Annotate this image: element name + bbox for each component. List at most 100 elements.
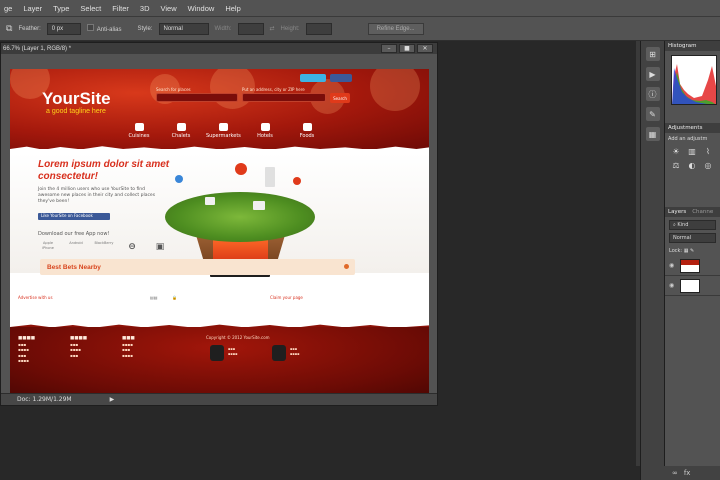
document-tab[interactable]: 66.7% (Layer 1, RGB/8) *	[1, 43, 437, 54]
facebook-button[interactable]	[330, 74, 352, 82]
adjustment-icons: ☀ ▥ ⌇ ⚖ ◐ ◎	[665, 145, 720, 173]
pen-icon	[176, 123, 186, 131]
search-address-input[interactable]	[242, 93, 326, 102]
brush-icon[interactable]: ✎	[645, 107, 660, 121]
tab-histogram[interactable]: Histogram	[665, 41, 720, 51]
site-logo[interactable]: YourSite	[42, 89, 111, 109]
layer-row[interactable]: ◉	[665, 276, 720, 296]
tab-adjustments[interactable]: Adjustments	[665, 123, 720, 133]
menu-window[interactable]: Window	[188, 4, 215, 13]
document-title: 66.7% (Layer 1, RGB/8) *	[3, 45, 72, 52]
basket-icon	[218, 123, 228, 131]
balance-icon[interactable]: ⚖	[671, 161, 681, 171]
twitter-button[interactable]	[300, 74, 326, 82]
shield-icon	[210, 345, 224, 361]
heart-icon	[260, 123, 270, 131]
menu-type[interactable]: Type	[53, 4, 69, 13]
search-places-input[interactable]	[156, 93, 238, 102]
options-bar: ⧉ Feather: 0 px Anti-alias Style: Normal…	[0, 17, 720, 41]
feather-input[interactable]: 0 px	[46, 22, 81, 35]
nav-chalets[interactable]: Chalets	[164, 123, 198, 139]
tab-layers[interactable]: Layers	[668, 209, 686, 215]
lock-icon: 🔒	[172, 295, 177, 300]
windows-phone-icon[interactable]: ⊖	[122, 241, 142, 259]
advertise-link[interactable]: Advertise with us	[18, 295, 53, 300]
add-adjustment-label: Add an adjustm	[668, 136, 708, 142]
info-icon[interactable]: ⓘ	[645, 87, 660, 101]
tab-channels[interactable]: Channe	[692, 209, 713, 215]
android-icon[interactable]: Android	[66, 241, 86, 259]
channel-mixer-icon[interactable]: ◎	[703, 161, 713, 171]
house-icon	[205, 197, 215, 205]
blend-mode-select[interactable]: Normal	[669, 233, 716, 243]
advert-row: Advertise with us ▤▤ 🔒 Claim your page	[10, 287, 429, 327]
site-tagline: a good tagline here	[46, 108, 106, 115]
best-bets-label: Best Bets Nearby	[47, 263, 101, 271]
lock-paint-icon[interactable]: ✎	[690, 248, 694, 254]
levels-icon[interactable]: ▥	[687, 147, 697, 157]
menu-view[interactable]: View	[161, 4, 177, 13]
layer-thumbnail	[680, 278, 700, 293]
refine-edge-button[interactable]: Refine Edge...	[367, 22, 424, 35]
menu-layer[interactable]: Layer	[23, 4, 42, 13]
eye-icon[interactable]: ◉	[669, 262, 677, 269]
panel-dock: ⊞ ▶ ⓘ ✎ ▦	[640, 41, 664, 480]
search-label-address: Put an address, city or ZIP here	[242, 87, 305, 92]
app-store-icons: Apple iPhone Android BlackBerry ⊖ ▣	[38, 241, 170, 259]
width-input[interactable]	[237, 22, 264, 35]
layers-tabs: Layers Channe	[665, 207, 720, 217]
anti-alias-label: Anti-alias	[96, 27, 122, 33]
nav-foods[interactable]: Foods	[290, 123, 324, 139]
fx-icon[interactable]: fx	[684, 469, 691, 477]
anti-alias-checkbox[interactable]: Anti-alias	[86, 24, 122, 33]
brightness-icon[interactable]: ☀	[671, 147, 681, 157]
menu-help[interactable]: Help	[225, 4, 240, 13]
canvas[interactable]: YourSite a good tagline here Search for …	[10, 69, 429, 396]
menu-filter[interactable]: Filter	[112, 4, 129, 13]
footer-col-1: ■■■■ ▪▪▪ ▪▪▪▪ ▪▪▪ ▪▪▪▪	[18, 336, 36, 363]
selection-mode-icon[interactable]: ⧉	[6, 23, 12, 34]
best-bets-bar[interactable]: Best Bets Nearby	[40, 259, 355, 275]
swap-icon[interactable]: ⇄	[270, 25, 275, 32]
style-label: Style:	[137, 25, 153, 32]
facebook-like-button[interactable]: Like YourSite on Facebook	[38, 213, 110, 220]
search-button[interactable]: Search	[330, 93, 350, 103]
claim-page-link[interactable]: Claim your page	[270, 295, 303, 300]
style-select[interactable]: Normal	[158, 22, 209, 35]
menu-image[interactable]: ge	[4, 4, 12, 13]
height-input[interactable]	[305, 22, 332, 35]
link-icon[interactable]: ∞	[672, 469, 678, 477]
blackberry-icon[interactable]: BlackBerry	[94, 241, 114, 259]
photo-filter-icon[interactable]: ◐	[687, 161, 697, 171]
footer-col-2: ■■■■ ▪▪▪ ▪▪▪▪ ▪▪▪	[70, 336, 88, 358]
expand-icon[interactable]	[344, 264, 349, 269]
building-icon	[265, 167, 275, 187]
lock-transparency-icon[interactable]: ▦	[684, 248, 689, 254]
layer-kind-filter[interactable]: ⌕ Kind	[669, 220, 716, 230]
status-arrow-icon[interactable]: ▶	[110, 396, 115, 403]
menu-select[interactable]: Select	[80, 4, 101, 13]
eye-icon[interactable]: ◉	[669, 282, 677, 289]
menu-3d[interactable]: 3D	[140, 4, 150, 13]
play-icon[interactable]: ▶	[645, 67, 660, 81]
footer-col-3: ■■■ ▪▪▪▪ ▪▪▪ ▪▪▪▪	[122, 336, 135, 358]
close-icon[interactable]: ✕	[417, 44, 433, 53]
feather-label: Feather:	[18, 25, 41, 32]
minimize-icon[interactable]: –	[381, 44, 397, 53]
hero-text: Join the 4 million users who use YourSit…	[38, 187, 156, 204]
histogram-panel: Histogram	[664, 41, 720, 123]
nav-supermarkets[interactable]: Supermarkets	[206, 123, 241, 139]
window-controls: – ■ ✕	[381, 44, 433, 53]
nav-hotels[interactable]: Hotels	[248, 123, 282, 139]
lock-row: Lock: ▦ ✎	[669, 248, 695, 254]
history-icon[interactable]: ⊞	[645, 47, 660, 61]
apple-icon[interactable]: Apple iPhone	[38, 241, 58, 259]
layer-row[interactable]: ◉	[665, 256, 720, 276]
curves-icon[interactable]: ⌇	[703, 147, 713, 157]
nav-cuisines[interactable]: Cuisines	[122, 123, 156, 139]
site-footer: ■■■■ ▪▪▪ ▪▪▪▪ ▪▪▪ ▪▪▪▪ ■■■■ ▪▪▪ ▪▪▪▪ ▪▪▪ ■■■ ▪▪▪…	[10, 327, 429, 396]
grid-icon[interactable]: ▦	[645, 127, 660, 141]
site-nav: Cuisines Chalets Supermarkets Hotels Foo…	[122, 123, 324, 139]
bird-icon	[272, 345, 286, 361]
maximize-icon[interactable]: ■	[399, 44, 415, 53]
